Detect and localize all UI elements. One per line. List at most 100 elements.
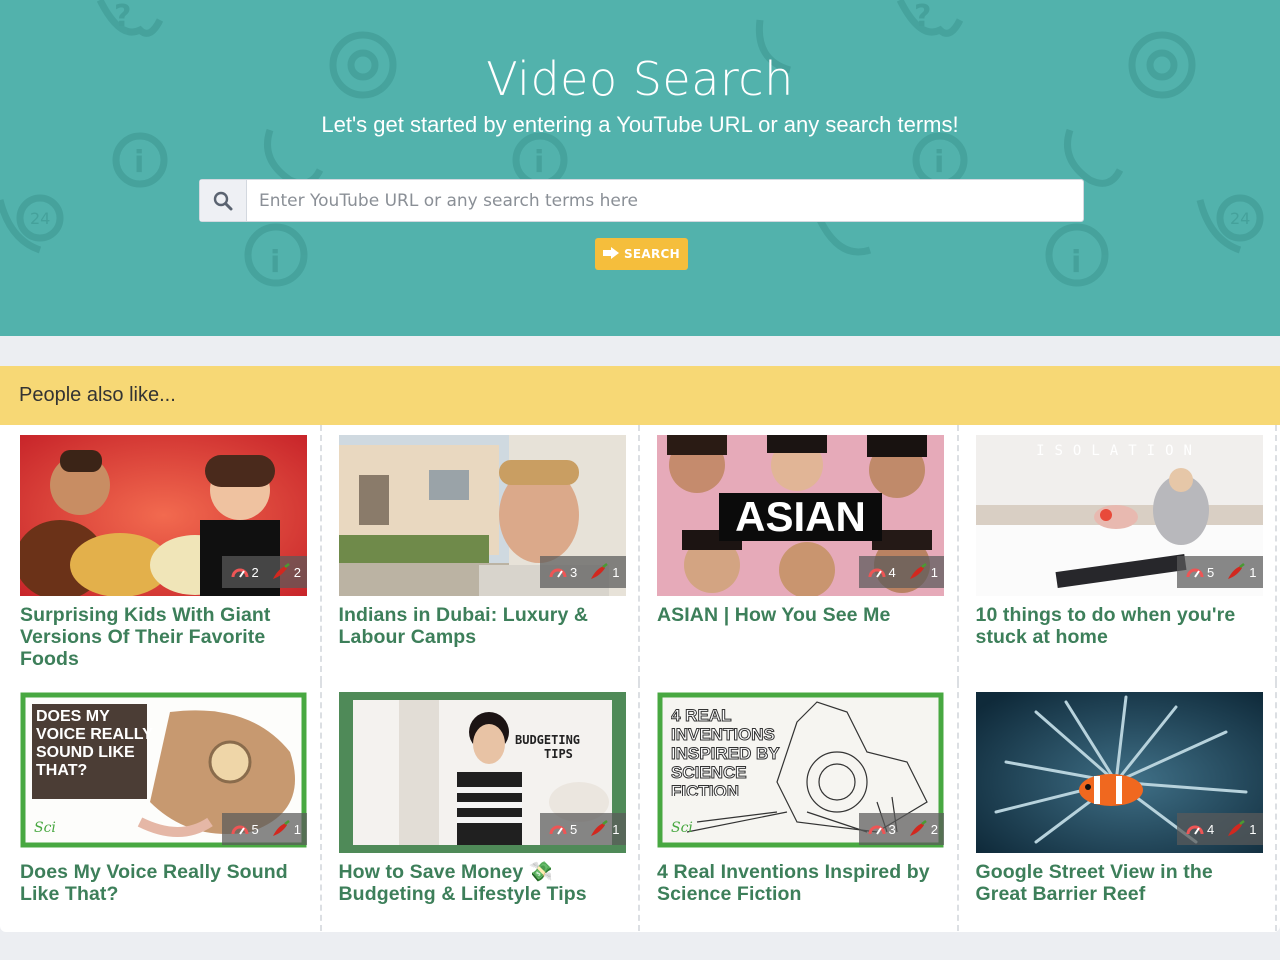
background-pattern: ?? i i i i i 24 24 <box>0 0 1264 287</box>
spice-value: 1 <box>612 564 620 580</box>
chili-pepper-icon <box>1226 563 1246 581</box>
difficulty-value: 3 <box>888 821 896 837</box>
video-stats: 5 1 <box>1177 556 1263 588</box>
difficulty-value: 5 <box>570 821 578 837</box>
svg-text:?: ? <box>914 0 931 34</box>
svg-text:i: i <box>134 145 144 180</box>
video-thumbnail[interactable]: Sci DOES MY VOICE REALLY SOUND LIKE THAT… <box>20 692 307 853</box>
video-title[interactable]: 10 things to do when you're stuck at hom… <box>976 604 1266 648</box>
difficulty-value: 4 <box>888 564 896 580</box>
spice-value: 2 <box>930 821 938 837</box>
chili-pepper-icon <box>271 820 291 838</box>
difficulty-value: 5 <box>1207 564 1215 580</box>
spice-stat: 1 <box>901 556 944 588</box>
svg-text:Sci: Sci <box>34 820 56 836</box>
search-icon <box>200 180 247 221</box>
difficulty-value: 5 <box>251 821 259 837</box>
spice-stat: 2 <box>901 813 944 845</box>
gauge-icon <box>1186 565 1204 579</box>
thumbnail-text: ISOLATION <box>1036 443 1202 459</box>
search-button-label: SEARCH <box>623 247 681 261</box>
video-title[interactable]: ASIAN | How You See Me <box>657 604 947 626</box>
svg-text:?: ? <box>114 0 131 34</box>
video-thumbnail[interactable]: 4 1 <box>975 692 1263 853</box>
suggestions-panel: People also like... 2 2 Surprising Kids … <box>0 366 1280 932</box>
video-card: 4 1 Google Street View in the Great Barr… <box>959 682 1277 931</box>
spice-value: 1 <box>612 821 620 837</box>
spice-stat: 1 <box>583 556 626 588</box>
difficulty-stat: 4 <box>1177 813 1221 845</box>
video-stats: 3 2 <box>858 813 944 845</box>
video-title[interactable]: How to Save Money 💸 Budgeting & Lifestyl… <box>339 861 629 905</box>
video-stats: 4 1 <box>1177 813 1263 845</box>
video-card: ISOLATION 5 1 10 things to do when you'r… <box>959 425 1277 682</box>
search-bar <box>199 179 1084 222</box>
chili-pepper-icon <box>271 563 291 581</box>
difficulty-stat: 2 <box>221 556 265 588</box>
spice-stat: 1 <box>1220 556 1263 588</box>
suggestions-header: People also like... <box>0 366 1280 425</box>
svg-text:i: i <box>534 145 544 180</box>
difficulty-value: 2 <box>251 564 259 580</box>
difficulty-stat: 5 <box>221 813 265 845</box>
spice-value: 1 <box>930 564 938 580</box>
video-card: 2 2 Surprising Kids With Giant Versions … <box>3 425 322 682</box>
difficulty-stat: 4 <box>858 556 902 588</box>
spice-value: 1 <box>293 821 301 837</box>
video-thumbnail[interactable]: BUDGETING TIPS 5 1 <box>338 692 626 853</box>
video-title[interactable]: Does My Voice Really Sound Like That? <box>20 861 310 905</box>
video-card: ASIAN 4 1 ASIAN | How You See Me <box>640 425 959 682</box>
svg-text:24: 24 <box>30 209 50 228</box>
video-card: 3 1 Indians in Dubai: Luxury & Labour Ca… <box>322 425 640 682</box>
difficulty-value: 4 <box>1207 821 1215 837</box>
svg-text:i: i <box>270 245 280 280</box>
video-thumbnail[interactable]: 2 2 <box>20 435 307 596</box>
chili-pepper-icon <box>589 820 609 838</box>
video-card: Sci 4 REAL INVENTIONS INSPIRED BY SCIENC… <box>640 682 959 931</box>
gauge-icon <box>231 822 249 836</box>
difficulty-stat: 5 <box>540 813 584 845</box>
search-input[interactable] <box>247 180 1083 221</box>
thumbnail-text: DOES MY VOICE REALLY SOUND LIKE THAT? <box>36 708 153 779</box>
hero-banner: ?? i i i i i 24 24 Video Search Let's get st… <box>0 0 1280 336</box>
video-card: Sci DOES MY VOICE REALLY SOUND LIKE THAT… <box>3 682 322 931</box>
video-stats: 5 1 <box>540 813 626 845</box>
video-thumbnail[interactable]: 3 1 <box>338 435 626 596</box>
thumbnail-text: ASIAN <box>735 493 866 540</box>
gauge-icon <box>1186 822 1204 836</box>
search-button[interactable]: SEARCH <box>595 238 688 270</box>
chili-pepper-icon <box>908 820 928 838</box>
video-stats: 4 1 <box>858 556 944 588</box>
thumbnail-text: 4 REAL INVENTIONS INSPIRED BY SCIENCE FI… <box>671 706 780 796</box>
spice-value: 2 <box>293 564 301 580</box>
video-thumbnail[interactable]: ISOLATION 5 1 <box>975 435 1263 596</box>
chili-pepper-icon <box>1226 820 1246 838</box>
video-stats: 5 1 <box>221 813 307 845</box>
difficulty-stat: 3 <box>540 556 584 588</box>
video-thumbnail[interactable]: ASIAN 4 1 <box>657 435 944 596</box>
spice-stat: 1 <box>264 813 307 845</box>
chili-pepper-icon <box>589 563 609 581</box>
video-title[interactable]: 4 Real Inventions Inspired by Science Fi… <box>657 861 947 905</box>
thumbnail-text: TIPS <box>544 747 573 761</box>
page-subtitle: Let's get started by entering a YouTube … <box>321 112 959 137</box>
difficulty-stat: 3 <box>858 813 902 845</box>
video-card: BUDGETING TIPS 5 1 How to Save Money 💸 B… <box>322 682 640 931</box>
video-stats: 2 2 <box>221 556 307 588</box>
thumbnail-text: BUDGETING <box>515 733 580 747</box>
gauge-icon <box>231 565 249 579</box>
video-grid: 2 2 Surprising Kids With Giant Versions … <box>0 425 1280 931</box>
arrow-right-icon <box>602 246 619 262</box>
video-title[interactable]: Google Street View in the Great Barrier … <box>976 861 1266 905</box>
gauge-icon <box>868 822 886 836</box>
spice-stat: 1 <box>583 813 626 845</box>
video-title[interactable]: Surprising Kids With Giant Versions Of T… <box>20 604 310 670</box>
video-title[interactable]: Indians in Dubai: Luxury & Labour Camps <box>339 604 629 648</box>
video-thumbnail[interactable]: Sci 4 REAL INVENTIONS INSPIRED BY SCIENC… <box>657 692 944 853</box>
gauge-icon <box>549 565 567 579</box>
video-stats: 3 1 <box>540 556 626 588</box>
difficulty-value: 3 <box>570 564 578 580</box>
page-title: Video Search <box>486 52 794 106</box>
svg-text:24: 24 <box>1230 209 1250 228</box>
spice-stat: 2 <box>264 556 307 588</box>
